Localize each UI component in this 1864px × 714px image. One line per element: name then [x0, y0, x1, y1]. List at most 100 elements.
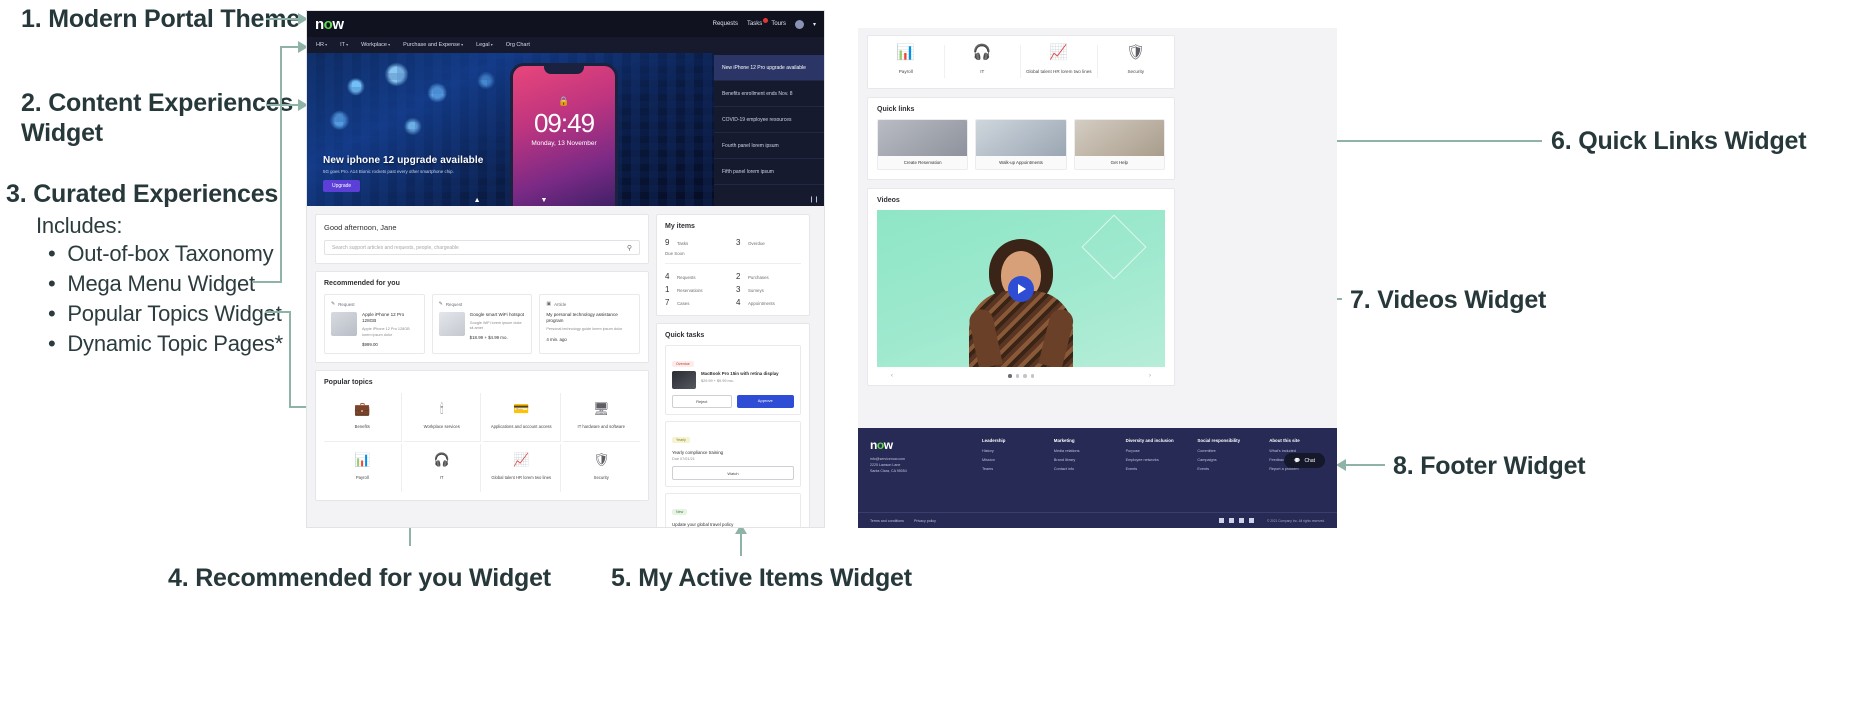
- quick-links-title: Quick links: [877, 106, 915, 113]
- footer-link[interactable]: Purpose: [1126, 449, 1182, 453]
- nav-item-purchase-and-expense[interactable]: Purchase and Expense: [403, 42, 463, 48]
- quick-link-walk-up-appointments[interactable]: Walk-up Appointments: [975, 119, 1067, 170]
- footer-link[interactable]: Events: [1126, 467, 1182, 471]
- footer-link[interactable]: Brand library: [1054, 458, 1110, 462]
- upgrade-button[interactable]: Upgrade: [323, 180, 361, 192]
- stat-requests[interactable]: 4 Requests: [665, 272, 730, 281]
- stat-purchases[interactable]: 2 Purchases: [736, 272, 801, 281]
- linkedin-icon[interactable]: [1219, 518, 1225, 523]
- topic-it-hardware-software[interactable]: 🖥 IT hardware and software: [562, 393, 640, 442]
- stat-reservations[interactable]: 1 Reservations: [665, 285, 730, 294]
- footer-link[interactable]: Teams: [982, 467, 1038, 471]
- youtube-icon[interactable]: [1249, 518, 1255, 523]
- topic-it[interactable]: 🎧 IT: [945, 45, 1021, 78]
- avatar[interactable]: [794, 19, 804, 29]
- footer-link[interactable]: Employee networks: [1126, 458, 1182, 462]
- footer-link[interactable]: Contact info: [1054, 467, 1110, 471]
- dot-3[interactable]: [1030, 374, 1034, 378]
- quick-link-caption: Get Help: [1074, 156, 1164, 169]
- hero-panel-4[interactable]: Fifth panel lorem ipsum: [714, 159, 824, 185]
- chevron-up-icon[interactable]: ▲: [474, 197, 481, 204]
- header-link-tasks[interactable]: Tasks: [747, 18, 769, 27]
- topic-applications-account-access[interactable]: 💳 Applications and account access: [483, 392, 561, 442]
- stat-cases[interactable]: 7 Cases: [665, 298, 730, 307]
- article-icon: ▣: [546, 301, 552, 307]
- nav-item-legal[interactable]: Legal: [476, 42, 493, 48]
- monitor-icon: 🖥: [592, 400, 610, 416]
- quick-link-get-help[interactable]: Get Help: [1073, 119, 1165, 170]
- footer-link[interactable]: Campaigns: [1197, 458, 1253, 462]
- stat-tasks[interactable]: 9 Tasks: [665, 238, 730, 247]
- topic-security[interactable]: 🛡 Security: [1098, 45, 1175, 78]
- chat-button[interactable]: 💬 Chat: [1284, 453, 1325, 468]
- privacy-link[interactable]: Privacy policy: [914, 519, 936, 523]
- hero-panel-2[interactable]: COVID-19 employee resources: [714, 107, 824, 133]
- recommended-kind-2: ▣ Article: [546, 301, 633, 307]
- arrow-8-head: [1336, 459, 1346, 471]
- footer-link[interactable]: History: [982, 449, 1038, 453]
- search-input[interactable]: Search support articles and requests, pe…: [324, 240, 640, 255]
- header-link-tours[interactable]: Tours: [771, 21, 786, 27]
- dot-2[interactable]: [1023, 374, 1027, 378]
- topic-workplace-services[interactable]: 🕯 Workplace services: [403, 392, 481, 442]
- approve-button[interactable]: Approve: [736, 395, 794, 408]
- due-soon-spacer: Due Soon: [665, 251, 730, 256]
- topic-benefits[interactable]: 💼 Benefits: [324, 392, 402, 442]
- pause-icon[interactable]: ❙❙: [809, 196, 819, 203]
- topic-global-talent-hr[interactable]: 📈 Global talent HR lorem two lines: [483, 443, 561, 492]
- header-link-requests[interactable]: Requests: [713, 21, 738, 27]
- quick-link-create-reservation[interactable]: Create Reservation: [877, 119, 969, 170]
- reject-button[interactable]: Reject: [672, 395, 732, 408]
- chevron-down-icon[interactable]: ▾: [813, 21, 816, 28]
- recommended-main-1: Google smart WiFi hotspot Google WiFi lo…: [438, 312, 526, 341]
- terms-link[interactable]: Terms and conditions: [870, 519, 904, 523]
- stat-overdue[interactable]: 3 Overdue: [736, 238, 801, 247]
- hero-title: New iphone 12 upgrade available: [323, 155, 484, 166]
- facebook-icon[interactable]: [1239, 518, 1245, 523]
- dot-0[interactable]: [1008, 374, 1012, 378]
- recommended-card-1[interactable]: ✎ Request Google smart WiFi hotspot Googl…: [431, 294, 533, 354]
- chevron-down-icon-hero[interactable]: ▼: [541, 197, 548, 204]
- topic-global-talent-hr[interactable]: 📈 Global talent HR lorem two lines: [1021, 45, 1098, 78]
- stat-value: 9: [665, 238, 670, 247]
- now-logo-footer[interactable]: now: [870, 438, 966, 452]
- annotation-3-label: 3. Curated Experiences: [6, 180, 279, 208]
- nav-item-it[interactable]: IT: [340, 42, 348, 48]
- hero-panel-1[interactable]: Benefits enrollment ends Nov. 8: [714, 81, 824, 107]
- chevron-left-icon[interactable]: ‹: [891, 373, 893, 379]
- topic-security[interactable]: 🛡 Security: [563, 444, 641, 492]
- hero-panel-list: New iPhone 12 Pro upgrade available Bene…: [714, 53, 824, 206]
- footer-link[interactable]: Media relations: [1054, 449, 1110, 453]
- dot-1[interactable]: [1015, 374, 1019, 378]
- topic-payroll[interactable]: 📊 Payroll: [868, 45, 945, 78]
- video-stage[interactable]: [877, 210, 1165, 367]
- search-icon[interactable]: ⚲: [627, 244, 632, 252]
- twitter-icon[interactable]: [1229, 518, 1235, 523]
- recommended-card-2[interactable]: ▣ Article My personal technology assistan…: [539, 294, 641, 354]
- annotation-6-label: 6. Quick Links Widget: [1551, 127, 1807, 155]
- hero-panel-3[interactable]: Fourth panel lorem ipsum: [714, 133, 824, 159]
- footer-link[interactable]: Mission: [982, 458, 1038, 462]
- recommended-card-0[interactable]: ✎ Request Apple iPhone 12 Pro 128GB Apple…: [324, 294, 425, 354]
- topic-payroll[interactable]: 📊 Payroll: [324, 443, 402, 492]
- hero-panel-0[interactable]: New iPhone 12 Pro upgrade available: [714, 55, 824, 81]
- carousel-dots: [1008, 374, 1034, 378]
- now-logo[interactable]: now: [315, 16, 344, 33]
- nav-item-workplace[interactable]: Workplace: [361, 42, 390, 48]
- stat-surveys[interactable]: 3 Surveys: [736, 285, 801, 294]
- recommended-kind-text-0: Request: [338, 301, 355, 307]
- chevron-right-icon[interactable]: ›: [1149, 373, 1151, 379]
- stat-appointments[interactable]: 4 Appointments: [736, 298, 801, 307]
- recommended-price-1: $18.99 + $4.99 mo.: [469, 335, 508, 341]
- arrow-5-line: [740, 534, 742, 556]
- play-icon[interactable]: [1008, 275, 1034, 302]
- quick-task-1: Yearly Yearly compliance training Due 07…: [665, 421, 801, 487]
- request-icon: ✎: [438, 301, 443, 307]
- nav-item-org-chart[interactable]: Org Chart: [506, 42, 530, 48]
- footer-link[interactable]: Events: [1197, 467, 1253, 471]
- annotation-2-label: 2. Content Experiences Widget: [21, 89, 294, 147]
- footer-link[interactable]: Committee: [1197, 449, 1253, 453]
- watch-button[interactable]: Watch: [672, 466, 794, 480]
- nav-item-hr[interactable]: HR: [316, 42, 327, 48]
- topic-it[interactable]: 🎧 IT: [404, 443, 481, 492]
